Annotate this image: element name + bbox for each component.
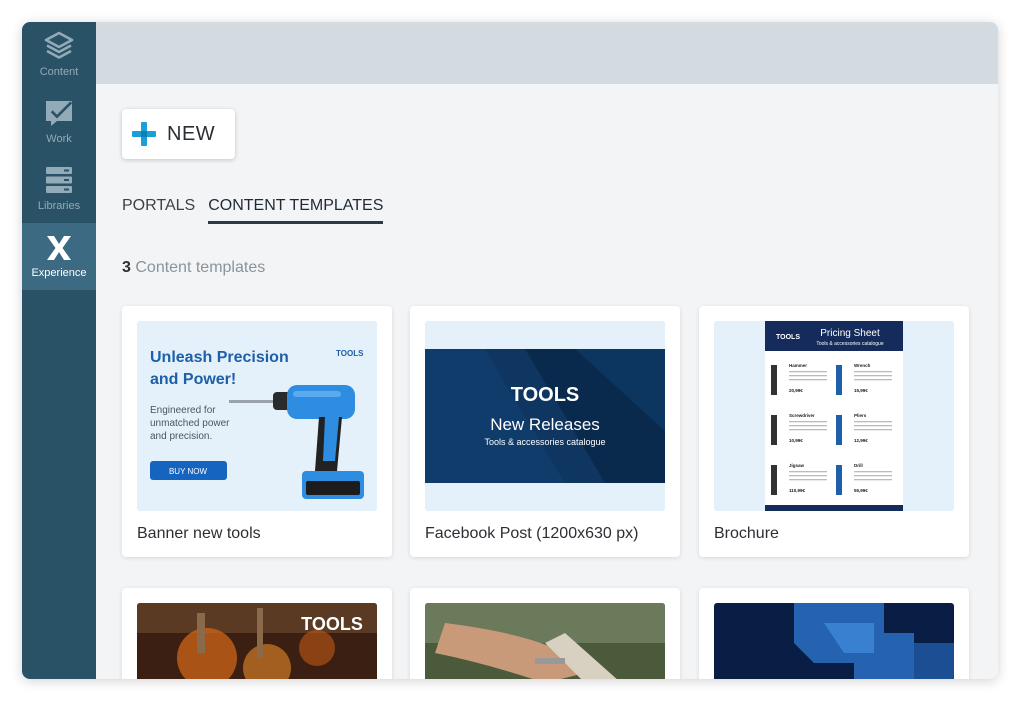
brochure-description-line [854, 375, 892, 377]
brochure-product-name: Pliers [854, 413, 867, 418]
brochure-description-line [854, 425, 892, 427]
top-bar [96, 22, 998, 84]
sidebar-item-label: Experience [31, 267, 87, 279]
sidebar-item-label: Content [39, 66, 79, 78]
brochure-product-image [836, 465, 842, 495]
facebook-thumbnail-art: TOOLS New Releases Tools & accessories c… [425, 321, 665, 511]
brochure-product-image [771, 465, 777, 495]
template-title: Facebook Post (1200x630 px) [425, 525, 639, 542]
x-logo-icon [47, 236, 71, 260]
brochure-product-price: 10,99€ [789, 438, 803, 443]
template-thumbnail [714, 603, 954, 679]
sidebar-item-work[interactable]: Work [22, 89, 96, 156]
banner-headline-2: and Power! [150, 371, 236, 388]
new-button-label: NEW [167, 122, 216, 145]
tab-bar: PORTALS CONTENT TEMPLATES [122, 196, 396, 226]
template-card[interactable] [410, 588, 680, 679]
brochure-description-line [854, 371, 892, 373]
brochure-product-name: Screwdriver [789, 413, 815, 418]
banner-cta: BUY NOW [169, 467, 208, 476]
brochure-description-line [854, 471, 892, 473]
banner-headline-1: Unleash Precision [150, 349, 289, 366]
brochure-description-line [789, 479, 827, 481]
facebook-subheadline: Tools & accessories catalogue [484, 437, 605, 447]
template-title: Brochure [714, 525, 779, 542]
brochure-description-line [789, 371, 827, 373]
brochure-description-line [789, 471, 827, 473]
brochure-description-line [854, 479, 892, 481]
template-thumbnail: TOOLS New Releases Tools & accessories c… [425, 321, 665, 511]
brochure-product-name: Jigsaw [789, 463, 805, 468]
sidebar-item-label: Work [46, 133, 72, 145]
brochure-description-line [789, 375, 827, 377]
facebook-headline: New Releases [490, 415, 600, 434]
brochure-description-line [854, 421, 892, 423]
brochure-product-image [771, 365, 777, 395]
template-title: Banner new tools [137, 525, 261, 542]
template-card[interactable] [699, 588, 969, 679]
brochure-thumbnail-art: TOOLS Pricing Sheet Tools & accessories … [714, 321, 954, 511]
template-card-brochure[interactable]: TOOLS Pricing Sheet Tools & accessories … [699, 306, 969, 557]
banner-body-1: Engineered for [150, 405, 216, 416]
brochure-product-name: Hammer [789, 363, 807, 368]
brochure-product-image [771, 415, 777, 445]
banner-thumbnail-art: Unleash Precision and Power! TOOLS Engin… [137, 321, 377, 511]
stack-icon [46, 167, 72, 193]
brochure-description-line [854, 429, 892, 431]
tab-portals[interactable]: PORTALS [122, 196, 195, 224]
brochure-product-name: Drill [854, 463, 863, 468]
new-button[interactable]: NEW [122, 109, 235, 159]
sidebar-item-libraries[interactable]: Libraries [22, 156, 96, 223]
sidebar-item-content[interactable]: Content [22, 22, 96, 89]
template-card-facebook-post[interactable]: TOOLS New Releases Tools & accessories c… [410, 306, 680, 557]
template-thumbnail: TOOLS [137, 603, 377, 679]
facebook-brand: TOOLS [511, 384, 580, 406]
hands-thumbnail-art [425, 603, 665, 679]
plus-icon [132, 122, 156, 146]
brochure-product-price: 110,99€ [789, 488, 806, 493]
brochure-product-price: 15,99€ [854, 388, 868, 393]
brochure-product-name: Wrench [854, 363, 871, 368]
brochure-product-image [836, 365, 842, 395]
brochure-description-line [789, 421, 827, 423]
brochure-description-line [789, 429, 827, 431]
welding-brand: TOOLS [301, 614, 363, 634]
banner-brand: TOOLS [336, 349, 364, 358]
welding-thumbnail-art: TOOLS [137, 603, 377, 679]
sidebar-item-experience[interactable]: Experience [22, 223, 96, 290]
templates-count: 3 Content templates [122, 259, 265, 277]
checked-board-icon [46, 100, 73, 126]
brochure-description-line [789, 379, 827, 381]
brochure-description-line [789, 425, 827, 427]
brochure-title: Pricing Sheet [820, 328, 880, 339]
brochure-subtitle: Tools & accessories catalogue [816, 341, 883, 347]
brochure-description-line [854, 475, 892, 477]
template-thumbnail: TOOLS Pricing Sheet Tools & accessories … [714, 321, 954, 511]
banner-body-2: unmatched power [150, 418, 230, 429]
template-thumbnail [425, 603, 665, 679]
template-thumbnail: Unleash Precision and Power! TOOLS Engin… [137, 321, 377, 511]
layers-icon [44, 31, 74, 59]
template-card-banner[interactable]: Unleash Precision and Power! TOOLS Engin… [122, 306, 392, 557]
tab-content-templates[interactable]: CONTENT TEMPLATES [208, 196, 384, 224]
sidebar-item-label: Libraries [37, 200, 81, 212]
brochure-product-price: 20,99€ [789, 388, 803, 393]
brochure-description-line [854, 379, 892, 381]
app-window: Content Work Libraries Experience NEW PO… [22, 22, 998, 679]
brochure-description-line [789, 475, 827, 477]
brochure-brand: TOOLS [776, 334, 800, 341]
brochure-product-image [836, 415, 842, 445]
brochure-product-price: 55,99€ [854, 488, 868, 493]
templates-count-label: Content templates [135, 259, 266, 276]
banner-body-3: and precision. [150, 431, 212, 442]
template-card[interactable]: TOOLS [122, 588, 392, 679]
templates-count-number: 3 [122, 259, 131, 276]
brochure-product-price: 12,99€ [854, 438, 868, 443]
abstract-blue-thumbnail-art [714, 603, 954, 679]
sidebar: Content Work Libraries Experience [22, 22, 96, 679]
